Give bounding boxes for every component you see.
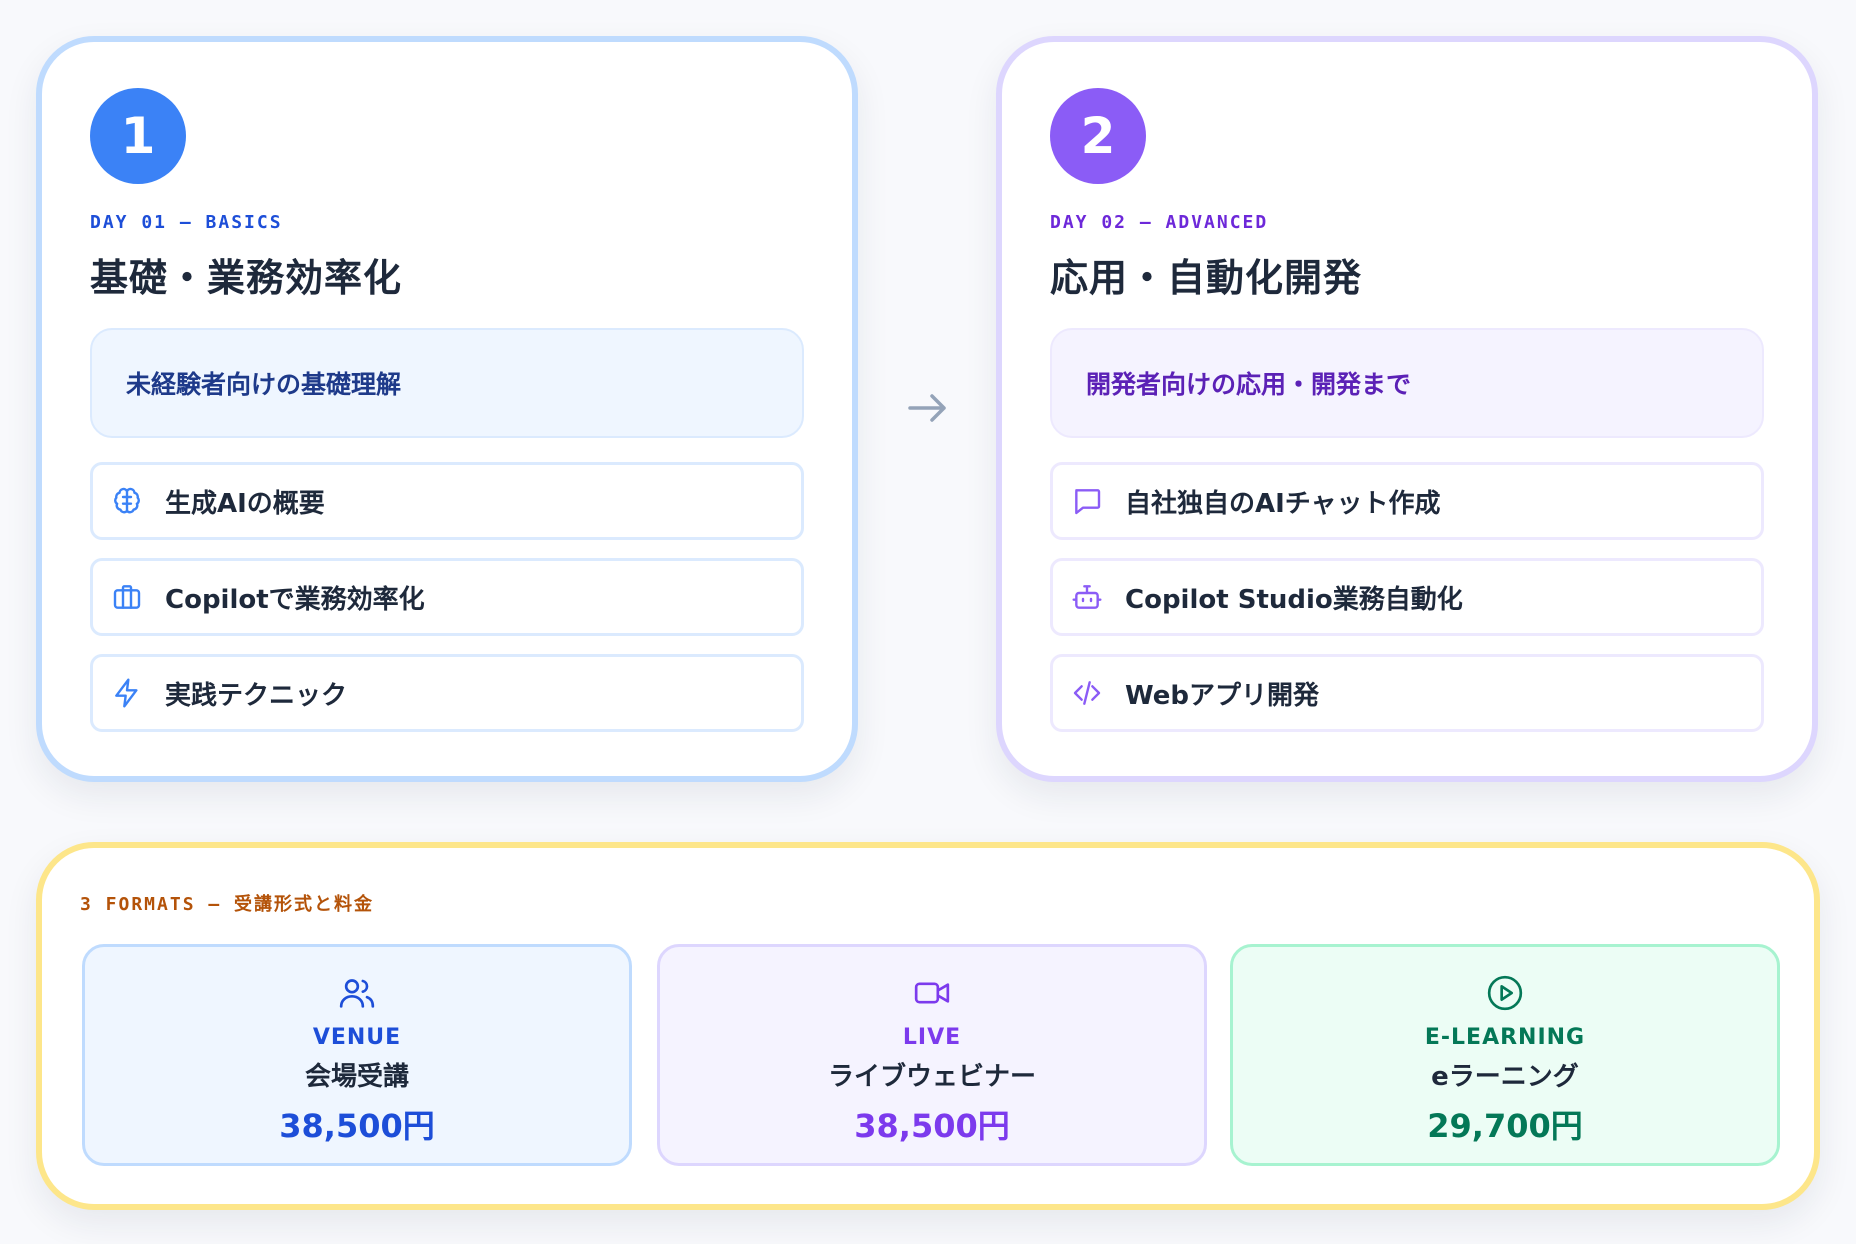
format-name: ライブウェビナー	[827, 1062, 1036, 1092]
day1-topic-copilot: Copilotで業務効率化	[90, 558, 804, 636]
code-icon	[1071, 677, 1103, 709]
format-card-venue: VENUE 会場受講 38,500円	[82, 944, 632, 1166]
format-price: 38,500円	[854, 1107, 1010, 1145]
day1-eyebrow: DAY 01 — BASICS	[90, 212, 283, 233]
day2-topic-copilot-studio: Copilot Studio業務自動化	[1050, 558, 1764, 636]
day2-topic-ai-chat: 自社独自のAIチャット作成	[1050, 462, 1764, 540]
day2-audience: 開発者向けの応用・開発まで	[1050, 328, 1764, 438]
format-name: eラーニング	[1431, 1062, 1579, 1092]
video-icon	[912, 973, 952, 1013]
format-card-elearning: E-LEARNING eラーニング 29,700円	[1230, 944, 1780, 1166]
play-circle-icon	[1485, 973, 1525, 1013]
format-code: LIVE	[902, 1025, 962, 1050]
brain-icon	[111, 485, 143, 517]
day1-topic-ai-overview: 生成AIの概要	[90, 462, 804, 540]
users-icon	[337, 973, 377, 1013]
chat-icon	[1071, 485, 1103, 517]
day2-topics: 自社独自のAIチャット作成 Copilot Studio業務自動化 Webアプリ…	[1050, 462, 1764, 732]
day1-badge: 1	[90, 88, 186, 184]
formats-heading: 3 FORMATS — 受講形式と料金	[80, 894, 375, 915]
robot-icon	[1071, 581, 1103, 613]
topic-label: 実践テクニック	[165, 680, 348, 711]
day2-badge: 2	[1050, 88, 1146, 184]
day2-topic-web-app: Webアプリ開発	[1050, 654, 1764, 732]
format-code: E-LEARNING	[1424, 1025, 1586, 1050]
arrow-right-icon	[904, 384, 952, 432]
topic-label: Webアプリ開発	[1125, 680, 1319, 711]
topic-label: 自社独自のAIチャット作成	[1125, 488, 1441, 519]
topic-label: Copilot Studio業務自動化	[1125, 584, 1463, 615]
formats-panel: 3 FORMATS — 受講形式と料金 VENUE 会場受講 38,500円 L…	[36, 842, 1820, 1210]
day2-card: 2 DAY 02 — ADVANCED 応用・自動化開発 開発者向けの応用・開発…	[996, 36, 1818, 782]
day1-topics: 生成AIの概要 Copilotで業務効率化 実践テクニック	[90, 462, 804, 732]
day2-title: 応用・自動化開発	[1050, 256, 1363, 300]
format-price: 38,500円	[279, 1107, 435, 1145]
topic-label: 生成AIの概要	[165, 488, 325, 519]
day1-card: 1 DAY 01 — BASICS 基礎・業務効率化 未経験者向けの基礎理解 生…	[36, 36, 858, 782]
format-card-live: LIVE ライブウェビナー 38,500円	[657, 944, 1207, 1166]
format-price: 29,700円	[1427, 1107, 1583, 1145]
format-code: VENUE	[312, 1025, 402, 1050]
day1-title: 基礎・業務効率化	[90, 256, 403, 300]
day1-topic-practice: 実践テクニック	[90, 654, 804, 732]
lightning-icon	[111, 677, 143, 709]
day2-eyebrow: DAY 02 — ADVANCED	[1050, 212, 1269, 233]
format-name: 会場受講	[304, 1062, 409, 1092]
topic-label: Copilotで業務効率化	[165, 584, 425, 615]
briefcase-icon	[111, 581, 143, 613]
day1-audience: 未経験者向けの基礎理解	[90, 328, 804, 438]
curriculum-overview: 1 DAY 01 — BASICS 基礎・業務効率化 未経験者向けの基礎理解 生…	[0, 0, 1856, 1244]
